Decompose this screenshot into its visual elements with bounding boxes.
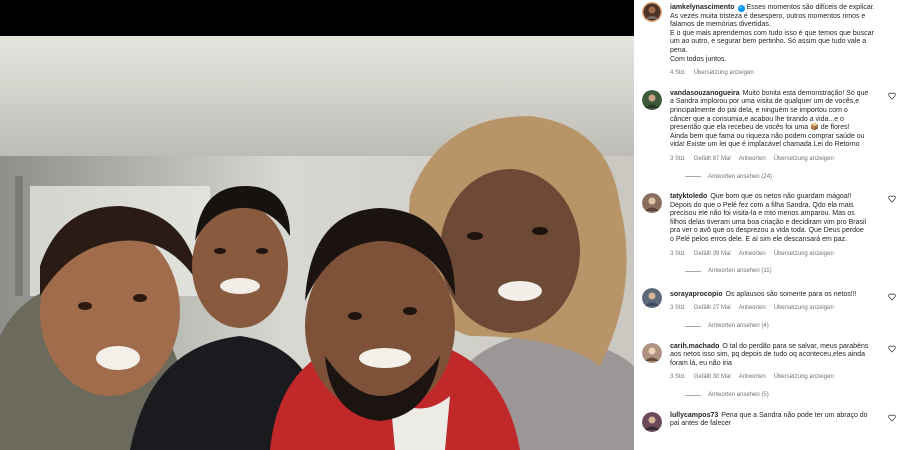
comment-username[interactable]: sorayaprocopio (670, 291, 723, 298)
comment-line: pai antes de falecer (670, 420, 732, 428)
comment-line: o Pelé pelos erros dele. E aí sim ele de… (670, 236, 848, 244)
commenter-avatar[interactable] (642, 411, 662, 432)
comment-time: 3 Std. (670, 250, 686, 257)
comment-line: principalmente do pai dela, e ninguém se… (670, 106, 848, 114)
comment-item: tatyktoledo Que bom que os netos não guar… (634, 193, 900, 276)
reply-button[interactable]: Antworten (739, 373, 766, 382)
view-replies-button[interactable]: Antworten ansehen (24) (685, 173, 890, 182)
comment-line: Que bom que os netos não guardam mágoa!! (710, 193, 852, 201)
comment-item: carih.machado O tal do perdão para se sal… (634, 342, 900, 400)
comment-line: Os aplausos são somente para os netos!!! (725, 290, 857, 298)
commenter-avatar[interactable] (642, 287, 662, 308)
comment-line: Ainda bem que fama ou riqueza não podem … (670, 132, 865, 140)
likes-count[interactable]: Gefällt 87 Mal (694, 155, 731, 164)
commenter-avatar[interactable] (642, 193, 662, 214)
comment-time: 3 Std. (670, 374, 686, 381)
author-username[interactable]: iamkelynascimento (670, 4, 735, 11)
replies-divider (685, 325, 701, 327)
comment-username[interactable]: lullycampos73 (670, 412, 718, 419)
caption-line: Com todos juntos. (670, 55, 727, 63)
comment-line: aos netos isso sim, pq depois de tudo oq… (670, 351, 865, 359)
view-replies-button[interactable]: Antworten ansehen (11) (685, 267, 890, 276)
comment-line: Pena que a Sandra não pode ter um abraço… (721, 411, 868, 419)
group-selfie-image (0, 36, 634, 450)
post-media (0, 0, 634, 450)
comment-line: Depois do que o Pelé fez com a filha San… (670, 201, 854, 209)
likes-count[interactable]: Gefällt 27 Mal (694, 304, 731, 313)
reply-button[interactable]: Antworten (739, 250, 766, 259)
view-replies-button[interactable]: Antworten ansehen (4) (685, 322, 890, 331)
view-replies-label: Antworten ansehen (5) (708, 392, 769, 398)
likes-count[interactable]: Gefällt 39 Mal (694, 250, 731, 259)
comment-item: sorayaprocopio Os aplausos são somente pa… (634, 287, 900, 331)
author-avatar[interactable] (642, 2, 662, 22)
translate-button[interactable]: Übersetzung anzeigen (774, 304, 834, 313)
commenter-avatar[interactable] (642, 342, 662, 363)
comment-username[interactable]: vandasouzanogueira (670, 90, 740, 97)
caption-line: E o que mais aprendemos com tudo isso é … (670, 29, 874, 37)
comment-line: presentão que ela recebeu de vocês foi u… (670, 124, 850, 132)
caption-line: falamos de memórias divertidas. (670, 21, 771, 29)
view-replies-label: Antworten ansehen (11) (708, 268, 772, 275)
caption-line: um ao outro, e segurar bem pertinho. Só … (670, 38, 867, 46)
post-caption: iamkelynascimento ✓ Esses momentos são dif… (634, 0, 900, 78)
commenter-avatar[interactable] (642, 89, 662, 110)
translate-button[interactable]: Übersetzung anzeigen (694, 69, 754, 78)
caption-line: Esses momentos são difíceis de explicar. (746, 4, 875, 11)
comment-username[interactable]: tatyktoledo (670, 193, 707, 200)
comment-username[interactable]: carih.machado (670, 343, 719, 350)
post-photo[interactable] (0, 36, 634, 450)
like-heart-icon[interactable] (888, 414, 896, 422)
view-replies-label: Antworten ansehen (4) (708, 323, 769, 330)
comment-line: pra ver o avô que os desprezou a vida to… (670, 227, 864, 235)
comment-line: precisou ele não foi visita-la e mto men… (670, 210, 855, 218)
like-heart-icon[interactable] (888, 345, 896, 353)
comment-line: filhos delas tiveram uma boa criação e d… (670, 218, 867, 226)
translate-button[interactable]: Übersetzung anzeigen (774, 373, 834, 382)
caption-line: As vezes muita tristeza é desespero, out… (670, 12, 866, 20)
likes-count[interactable]: Gefällt 30 Mal (694, 373, 731, 382)
reply-button[interactable]: Antworten (739, 304, 766, 313)
comment-line: câncer que a consumia,e acabou lhe tiran… (670, 115, 844, 123)
comments-panel: iamkelynascimento ✓ Esses momentos são dif… (634, 0, 900, 450)
comment-time: 3 Std. (670, 155, 686, 162)
caption-line: pena. (670, 46, 688, 54)
replies-divider (685, 176, 701, 178)
translate-button[interactable]: Übersetzung anzeigen (774, 155, 834, 164)
like-heart-icon[interactable] (888, 293, 896, 301)
like-heart-icon[interactable] (888, 195, 896, 203)
comment-time: 3 Std. (670, 305, 686, 312)
replies-divider (685, 271, 701, 273)
view-replies-button[interactable]: Antworten ansehen (5) (685, 391, 890, 400)
comment-item: vandasouzanogueira Muito bonita esta demo… (634, 89, 900, 182)
translate-button[interactable]: Übersetzung anzeigen (774, 250, 834, 259)
comment-line: Muito bonita esta demonstração! Só que (742, 89, 869, 97)
comment-line: O tal do perdão para se salvar, meus par… (722, 342, 869, 350)
post-time: 4 Std. (670, 70, 686, 77)
view-replies-label: Antworten ansehen (24) (708, 173, 773, 180)
replies-divider (685, 394, 701, 396)
like-heart-icon[interactable] (888, 92, 896, 100)
comment-line: a Sandra implorou por uma visita de qual… (670, 98, 860, 106)
comment-item: lullycampos73 Pena que a Sandra não pode … (634, 411, 900, 432)
comment-line: foram lá, eu não iria (670, 359, 732, 367)
reply-button[interactable]: Antworten (739, 155, 766, 164)
verified-badge-icon: ✓ (737, 5, 745, 12)
comment-line: vida! Existe um lei que é implacável cha… (670, 141, 860, 149)
